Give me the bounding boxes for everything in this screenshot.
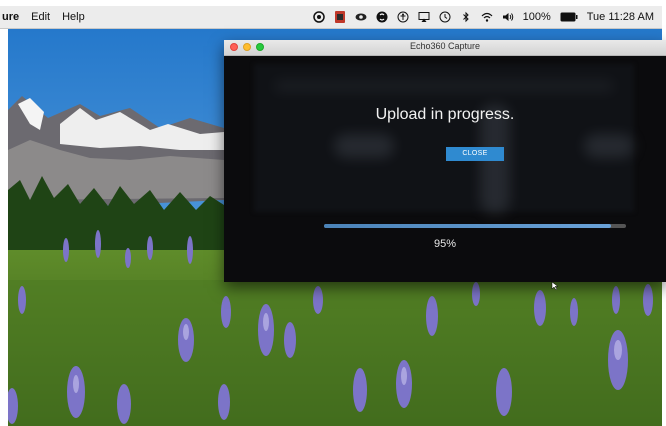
accessibility-icon[interactable] (397, 11, 409, 23)
wifi-icon[interactable] (481, 11, 493, 23)
upload-status-message: Upload in progress. (375, 106, 515, 123)
blurred-background (254, 64, 634, 214)
menu-app-name[interactable]: ure (2, 11, 19, 23)
upload-progress-label: 95% (433, 238, 457, 250)
mouse-cursor-icon (551, 282, 559, 290)
time-machine-icon[interactable] (439, 11, 451, 23)
bluetooth-icon[interactable] (460, 11, 472, 23)
airplay-icon[interactable] (418, 11, 430, 23)
app-window: Echo360 Capture Upload in progress. CLOS… (224, 40, 666, 282)
record-icon[interactable] (312, 11, 325, 23)
menu-bar: ure Edit Help 100% Tue 11:28 AM (0, 6, 662, 29)
red-app-icon[interactable] (334, 11, 346, 23)
upload-progress-bar (324, 224, 626, 228)
upload-progress-fill (324, 224, 611, 228)
eye-icon[interactable] (355, 11, 367, 23)
volume-icon[interactable] (502, 11, 514, 23)
shazam-icon[interactable] (376, 11, 388, 23)
window-content: Upload in progress. CLOSE 95% (224, 56, 666, 282)
window-titlebar[interactable]: Echo360 Capture (224, 40, 666, 56)
window-title: Echo360 Capture (409, 41, 481, 51)
close-button[interactable]: CLOSE (446, 147, 504, 161)
menu-help[interactable]: Help (62, 11, 85, 23)
menu-edit[interactable]: Edit (31, 11, 50, 23)
battery-percent: 100% (522, 11, 551, 23)
menubar-clock[interactable]: Tue 11:28 AM (587, 11, 654, 23)
battery-icon[interactable] (560, 12, 578, 22)
